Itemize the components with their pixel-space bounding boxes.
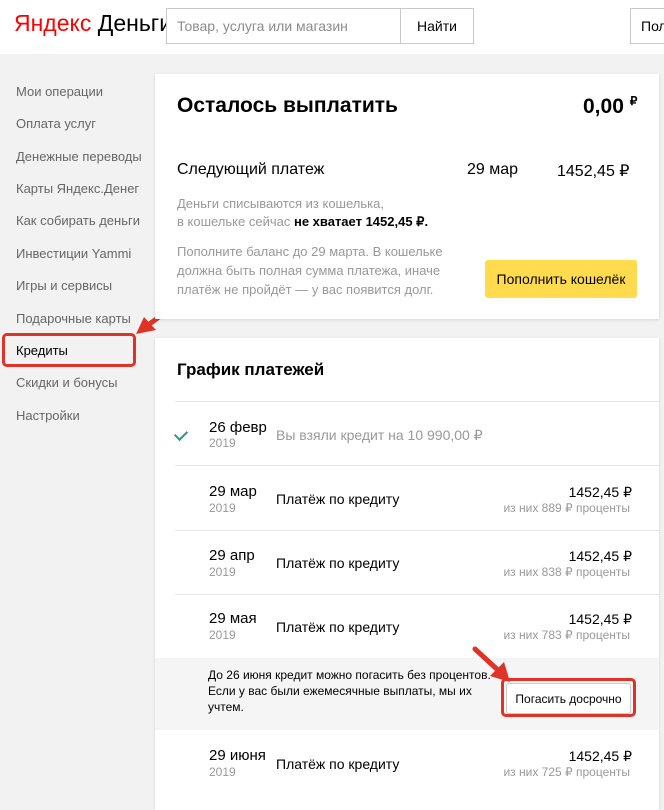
notice-text: До 26 июня кредит можно погасить без про… — [208, 668, 491, 714]
row-year: 2019 — [209, 501, 236, 515]
balance-hint-line-3: платёж не пройдёт — у вас появится долг. — [177, 282, 434, 297]
balance-hint-line-2: должна быть полная сумма платежа, иначе — [177, 263, 441, 278]
top-up-wallet-button[interactable]: Пополнить кошелёк — [485, 260, 637, 298]
row-date: 29 апр — [209, 547, 255, 564]
next-payment-amount: 1452,45 ₽ — [557, 163, 630, 180]
row-date: 29 мая — [209, 610, 257, 627]
sidebar-item-transfers[interactable]: Денежные переводы — [16, 149, 142, 164]
check-icon — [173, 426, 189, 442]
row-date: 29 июня — [209, 747, 266, 764]
divider — [175, 465, 659, 466]
row-interest: из них 838 ₽ проценты — [503, 565, 630, 579]
row-interest: из них 725 ₽ проценты — [503, 765, 630, 779]
row-date: 29 мар — [209, 483, 257, 500]
row-title: Платёж по кредиту — [276, 491, 400, 507]
row-year: 2019 — [209, 565, 236, 579]
credit-taken-amount: 10 990,00 ₽ — [407, 427, 483, 443]
credit-taken-text: Вы взяли кредит на 10 990,00 ₽ — [276, 427, 483, 444]
search-button[interactable]: Найти — [400, 8, 474, 44]
sidebar-item-cards[interactable]: Карты Яндекс.Денег — [16, 181, 139, 196]
top-bar: Яндекс Деньги Найти Пол — [0, 0, 664, 54]
logo[interactable]: Яндекс Деньги — [14, 10, 172, 37]
row-year: 2019 — [209, 765, 236, 779]
top-right-button[interactable]: Пол — [630, 8, 664, 44]
divider — [175, 530, 659, 531]
remaining-amount: 0,00 ₽ — [583, 94, 637, 119]
early-repay-button[interactable]: Погасить досрочно — [506, 683, 631, 714]
row-title: Платёж по кредиту — [276, 756, 400, 772]
sidebar-item-games[interactable]: Игры и сервисы — [16, 278, 112, 293]
row-amount: 1452,45 ₽ — [568, 548, 632, 564]
sidebar-item-payments[interactable]: Оплата услуг — [16, 116, 96, 131]
info-line-2-prefix: в кошельке сейчас — [177, 214, 291, 229]
remaining-value: 0,00 — [583, 95, 624, 118]
row-title: Платёж по кредиту — [276, 619, 400, 635]
info-line-1: Деньги списываются из кошелька, — [177, 196, 384, 211]
payment-schedule-card: График платежей 26 февр 2019 Вы взяли кр… — [155, 338, 659, 810]
sidebar-item-investments[interactable]: Инвестиции Yammi — [16, 246, 131, 261]
sidebar-item-gift-cards[interactable]: Подарочные карты — [16, 311, 131, 326]
next-payment-label: Следующий платеж — [177, 161, 325, 178]
summary-card: Осталось выплатить 0,00 ₽ Следующий плат… — [155, 74, 659, 319]
credit-taken-year: 2019 — [209, 436, 236, 450]
schedule-title: График платежей — [177, 360, 325, 379]
row-amount: 1452,45 ₽ — [568, 611, 632, 627]
logo-product: Деньги — [97, 10, 173, 36]
remaining-currency: ₽ — [629, 94, 638, 108]
logo-brand: Яндекс — [14, 10, 92, 36]
row-title: Платёж по кредиту — [276, 555, 400, 571]
row-interest: из них 783 ₽ проценты — [503, 628, 630, 642]
divider — [175, 401, 659, 402]
credit-taken-label: Вы взяли кредит на — [276, 427, 404, 443]
row-amount: 1452,45 ₽ — [568, 484, 632, 500]
info-line-2: в кошельке сейчас не хватает 1452,45 ₽. — [177, 214, 428, 230]
info-line-2-bold: не хватает 1452,45 ₽. — [293, 214, 429, 229]
summary-title: Осталось выплатить — [177, 94, 398, 117]
row-amount: 1452,45 ₽ — [568, 748, 632, 764]
sidebar-item-discounts[interactable]: Скидки и бонусы — [16, 375, 117, 390]
sidebar-item-fundraising[interactable]: Как собирать деньги — [16, 213, 140, 228]
sidebar-item-credits[interactable]: Кредиты — [16, 343, 68, 358]
divider — [175, 594, 659, 595]
credit-taken-date: 26 февр — [209, 419, 267, 436]
search-input[interactable] — [166, 8, 401, 44]
row-year: 2019 — [209, 628, 236, 642]
sidebar-item-operations[interactable]: Мои операции — [16, 84, 103, 99]
sidebar-item-settings[interactable]: Настройки — [16, 408, 80, 423]
row-interest: из них 889 ₽ проценты — [503, 501, 630, 515]
next-payment-date: 29 мар — [467, 161, 519, 178]
balance-hint-line-1: Пополните баланс до 29 марта. В кошельке — [177, 244, 443, 259]
